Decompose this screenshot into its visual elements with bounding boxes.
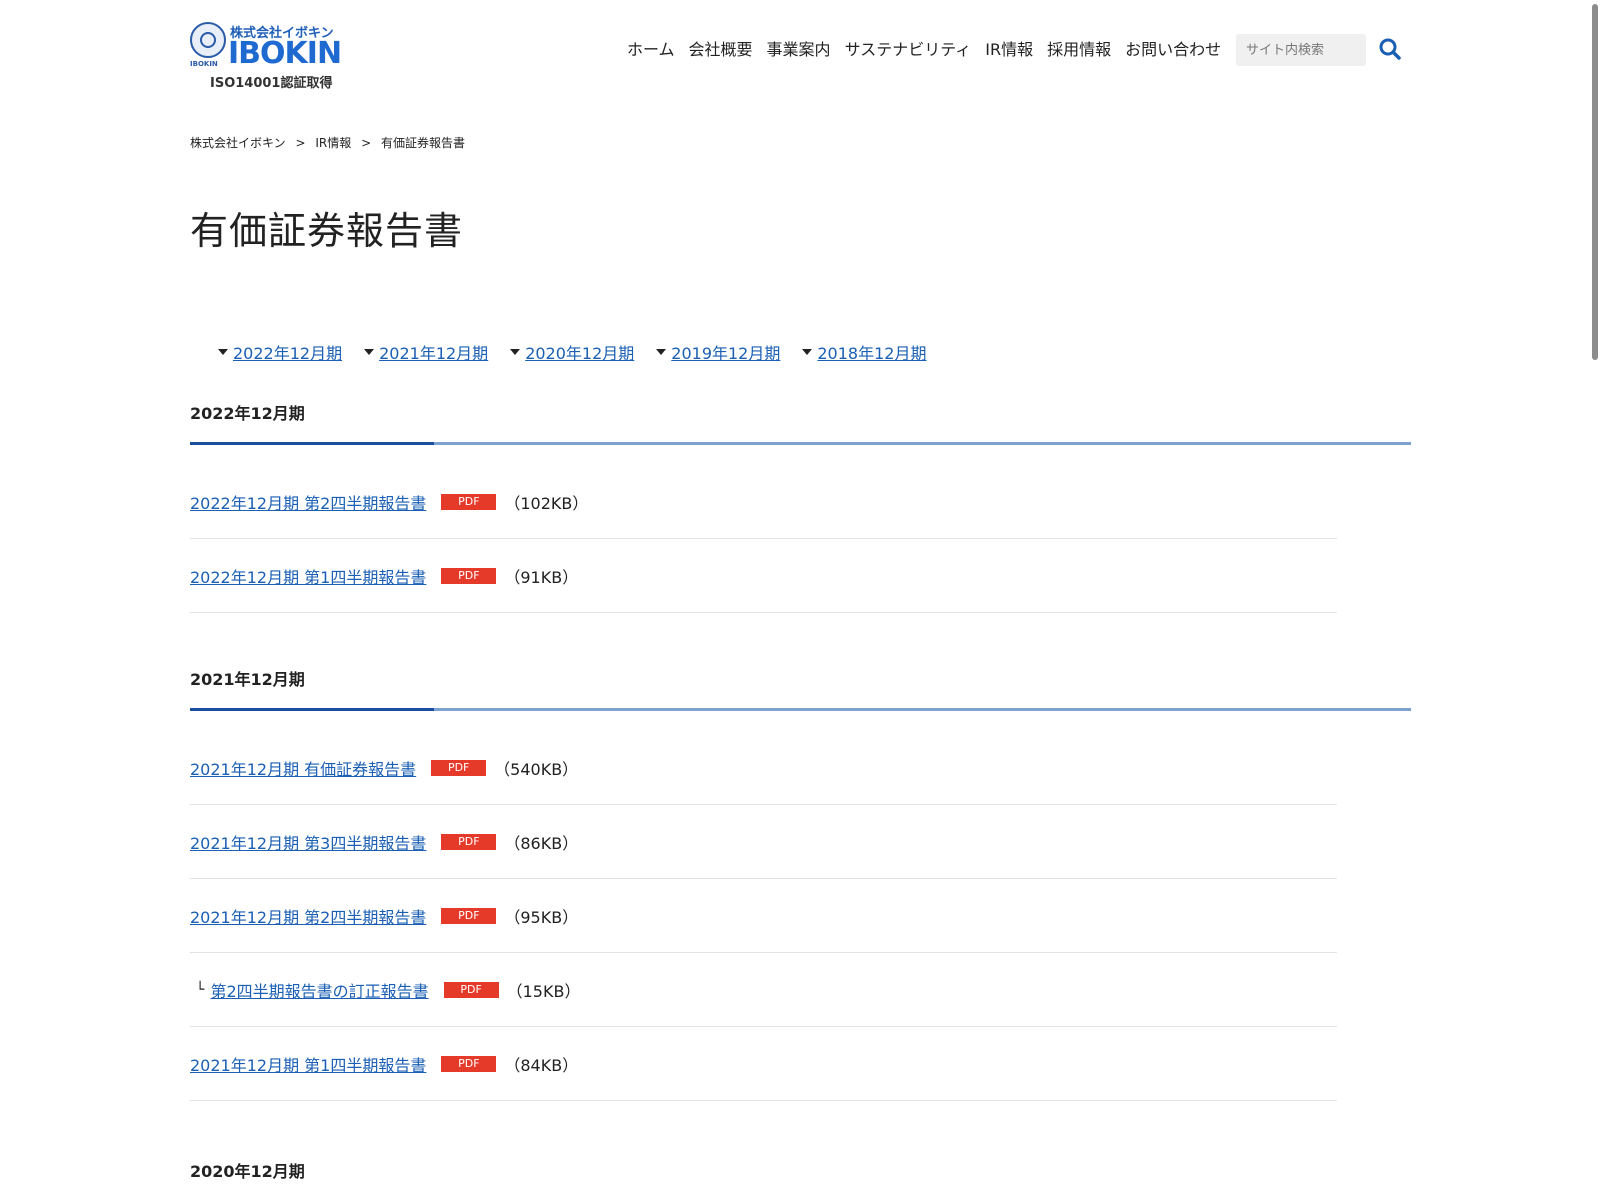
document-item: 2021年12月期 第2四半期報告書 PDF （95KB）: [190, 879, 1337, 953]
page: IBOKIN 株式会社イボキン IBOKIN ISO14001認証取得 ホーム …: [0, 0, 1600, 1200]
section-title: 2021年12月期: [190, 670, 305, 689]
nav-ir[interactable]: IR情報: [978, 38, 1040, 62]
pdf-badge: PDF: [441, 1055, 497, 1072]
site-search-input[interactable]: [1236, 34, 1366, 66]
section-divider: [190, 442, 1411, 445]
document-link[interactable]: 2021年12月期 第3四半期報告書: [190, 830, 426, 854]
nav-contact[interactable]: お問い合わせ: [1118, 38, 1228, 62]
logo-emblem-label: IBOKIN: [190, 60, 218, 68]
pdf-badge: PDF: [441, 907, 497, 924]
document-link[interactable]: 2022年12月期 第2四半期報告書: [190, 490, 426, 514]
document-list: 2021年12月期 有価証券報告書 PDF （540KB） 2021年12月期 …: [190, 731, 1337, 1101]
period-anchor-links: 2022年12月期 2021年12月期 2020年12月期 2019年12月期 …: [218, 340, 948, 364]
section-divider-accent: [190, 708, 434, 711]
global-nav: ホーム 会社概要 事業案内 サステナビリティ IR情報 採用情報 お問い合わせ: [620, 38, 1228, 62]
pdf-badge: PDF: [441, 567, 497, 584]
caret-down-icon: [218, 349, 228, 355]
document-item-child: └ 第2四半期報告書の訂正報告書 PDF （15KB）: [190, 953, 1337, 1027]
document-link[interactable]: 第2四半期報告書の訂正報告書: [210, 978, 428, 1002]
pdf-badge: PDF: [431, 759, 487, 776]
caret-down-icon: [510, 349, 521, 355]
section-divider: [190, 708, 1411, 711]
sub-item-marker-icon: └: [196, 981, 205, 998]
anchor-2020: 2020年12月期: [510, 340, 634, 364]
caret-down-icon: [656, 349, 667, 355]
document-item: 2022年12月期 第1四半期報告書 PDF （91KB）: [190, 539, 1337, 613]
file-size: （84KB）: [504, 1055, 579, 1075]
breadcrumb: 株式会社イボキン > IR情報 > 有価証券報告書: [190, 134, 465, 151]
scrollbar-thumb[interactable]: [1592, 4, 1598, 360]
pdf-badge: PDF: [443, 981, 499, 998]
document-item: 2021年12月期 有価証券報告書 PDF （540KB）: [190, 731, 1337, 805]
document-link[interactable]: 2021年12月期 第1四半期報告書: [190, 1052, 426, 1076]
file-size: （540KB）: [494, 759, 579, 779]
search-icon: [1379, 38, 1401, 60]
anchor-link-2021[interactable]: 2021年12月期: [379, 340, 488, 364]
document-item: 2022年12月期 第2四半期報告書 PDF （102KB）: [190, 465, 1337, 539]
section-2020: 2020年12月期: [190, 1158, 1411, 1186]
section-title: 2020年12月期: [190, 1162, 305, 1181]
anchor-2019: 2019年12月期: [656, 340, 780, 364]
document-link[interactable]: 2021年12月期 有価証券報告書: [190, 756, 416, 780]
pdf-badge: PDF: [441, 493, 497, 510]
file-size: （91KB）: [504, 567, 579, 587]
file-size: （95KB）: [504, 907, 579, 927]
anchor-link-2022[interactable]: 2022年12月期: [233, 340, 342, 364]
section-2022: 2022年12月期 2022年12月期 第2四半期報告書 PDF （102KB）…: [190, 400, 1411, 613]
anchor-link-2018[interactable]: 2018年12月期: [817, 340, 926, 364]
file-size: （86KB）: [504, 833, 579, 853]
site-header: IBOKIN 株式会社イボキン IBOKIN ISO14001認証取得 ホーム …: [0, 0, 1600, 100]
section-title: 2022年12月期: [190, 404, 305, 423]
document-link[interactable]: 2021年12月期 第2四半期報告書: [190, 904, 426, 928]
page-title: 有価証券報告書: [190, 209, 464, 253]
nav-business[interactable]: 事業案内: [760, 38, 838, 62]
nav-recruit[interactable]: 採用情報: [1040, 38, 1118, 62]
caret-down-icon: [364, 349, 375, 355]
document-link[interactable]: 2022年12月期 第1四半期報告書: [190, 564, 426, 588]
iso-certification-label: ISO14001認証取得: [210, 76, 333, 91]
breadcrumb-home[interactable]: 株式会社イボキン: [190, 136, 286, 150]
anchor-2021: 2021年12月期: [364, 340, 488, 364]
section-2021: 2021年12月期 2021年12月期 有価証券報告書 PDF （540KB） …: [190, 666, 1411, 1101]
scrollbar[interactable]: [1590, 0, 1600, 1200]
document-item: 2021年12月期 第3四半期報告書 PDF （86KB）: [190, 805, 1337, 879]
logo-company-name: IBOKIN: [228, 36, 342, 71]
document-list: 2022年12月期 第2四半期報告書 PDF （102KB） 2022年12月期…: [190, 465, 1337, 613]
anchor-2018: 2018年12月期: [802, 340, 926, 364]
anchor-link-2019[interactable]: 2019年12月期: [671, 340, 780, 364]
caret-down-icon: [802, 349, 813, 355]
breadcrumb-separator: >: [361, 136, 372, 150]
nav-sustainability[interactable]: サステナビリティ: [838, 38, 979, 62]
breadcrumb-separator: >: [295, 136, 306, 150]
document-item: 2021年12月期 第1四半期報告書 PDF （84KB）: [190, 1027, 1337, 1101]
pdf-badge: PDF: [441, 833, 497, 850]
logo-emblem-icon: [190, 22, 226, 58]
nav-company[interactable]: 会社概要: [682, 38, 760, 62]
anchor-2022: 2022年12月期: [218, 340, 342, 364]
site-logo[interactable]: IBOKIN 株式会社イボキン IBOKIN ISO14001認証取得: [190, 20, 350, 91]
file-size: （15KB）: [506, 981, 581, 1001]
nav-home[interactable]: ホーム: [620, 38, 682, 62]
breadcrumb-current: 有価証券報告書: [380, 136, 465, 150]
anchor-link-2020[interactable]: 2020年12月期: [525, 340, 634, 364]
search-button[interactable]: [1376, 36, 1404, 64]
breadcrumb-ir[interactable]: IR情報: [315, 136, 351, 150]
file-size: （102KB）: [504, 493, 589, 513]
section-divider-accent: [190, 442, 434, 445]
